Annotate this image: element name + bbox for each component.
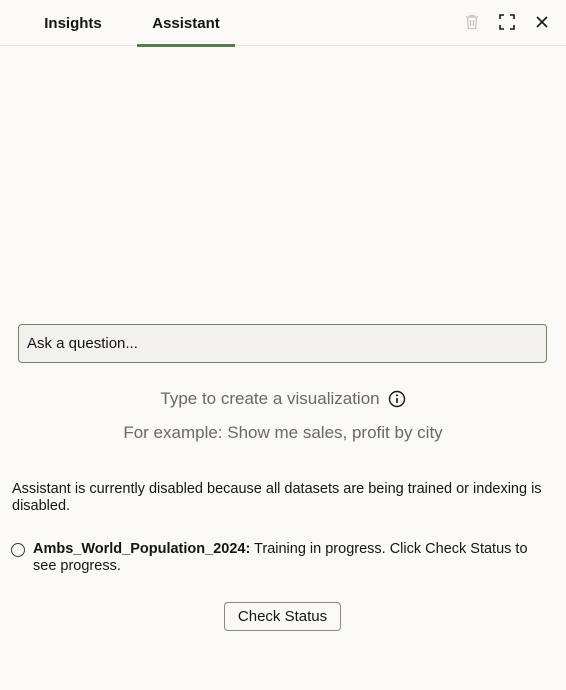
trash-icon[interactable] — [461, 11, 483, 33]
tab-assistant[interactable]: Assistant — [137, 0, 235, 47]
active-tab-indicator — [137, 44, 235, 47]
dataset-name: Ambs_World_Population_2024: — [33, 541, 251, 557]
tab-insights-label: Insights — [44, 14, 102, 32]
hint-example: For example: Show me sales, profit by ci… — [123, 423, 443, 442]
question-field[interactable] — [18, 324, 547, 363]
panel-header: Insights Assistant — [0, 0, 566, 47]
tab-insights[interactable]: Insights — [24, 0, 122, 46]
question-input[interactable] — [25, 334, 546, 353]
check-status-button[interactable]: Check Status — [224, 602, 341, 631]
fullscreen-icon[interactable] — [496, 11, 518, 33]
assistant-disabled-message: Assistant is currently disabled because … — [12, 481, 542, 514]
check-status-label: Check Status — [237, 608, 328, 625]
tab-assistant-label: Assistant — [152, 14, 220, 32]
dataset-item: Ambs_World_Population_2024: Training in … — [11, 541, 556, 575]
dataset-description: Ambs_World_Population_2024: Training in … — [33, 541, 553, 575]
hint-create-visualization: Type to create a visualization — [0, 389, 566, 409]
dataset-radio[interactable] — [11, 543, 25, 557]
close-icon[interactable] — [531, 11, 553, 33]
hint-line-1: Type to create a visualization — [160, 389, 380, 408]
info-icon[interactable] — [388, 390, 406, 408]
